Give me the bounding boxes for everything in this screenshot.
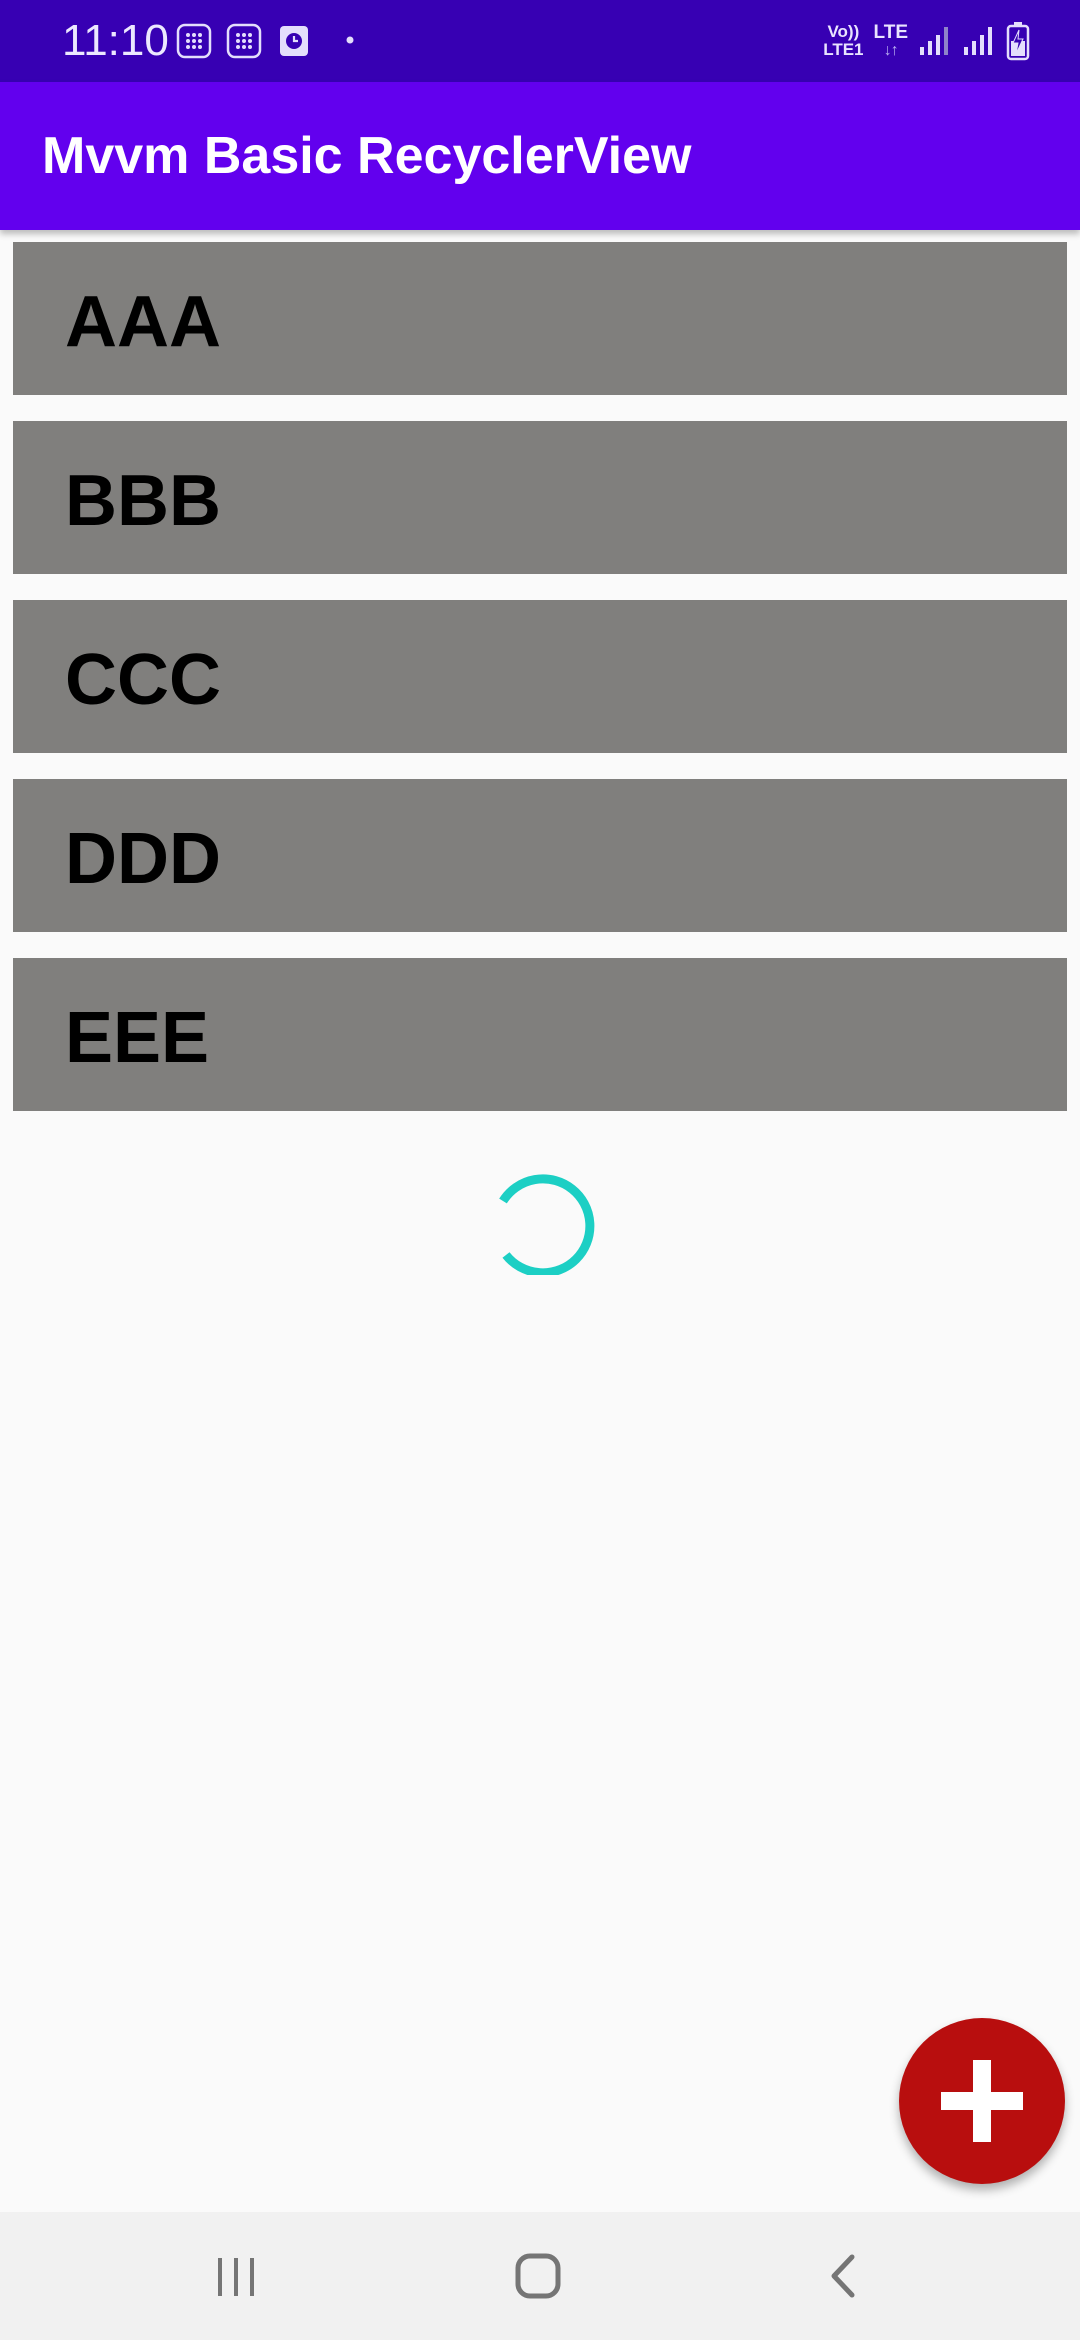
recent-apps-button[interactable] [186, 2236, 286, 2316]
list-item[interactable]: CCC [13, 600, 1067, 753]
progress-spinner-icon [499, 1174, 595, 1275]
back-icon [831, 2254, 855, 2298]
keypad-notification-icon [176, 23, 212, 59]
plus-icon [941, 2060, 1023, 2142]
system-navigation-bar [0, 2212, 1080, 2340]
list-item-label: BBB [65, 461, 221, 541]
data-activity-arrows: ↓↑ [883, 42, 899, 59]
app-screen: 11:10 Vo)) LTE1 LTE ↓↑ Mvvm Basic Recycl… [0, 0, 1080, 2340]
list-item-label: AAA [65, 282, 221, 362]
list-item[interactable]: DDD [13, 779, 1067, 932]
network-type-indicator: LTE ↓↑ [874, 23, 908, 59]
clock-notification-icon [280, 26, 308, 56]
signal-icon [920, 27, 948, 55]
status-time: 11:10 [62, 16, 169, 65]
volte-sim-label: LTE1 [823, 40, 864, 59]
list-item[interactable]: AAA [13, 242, 1067, 395]
add-fab-button[interactable] [899, 2018, 1065, 2184]
battery-charging-icon [1006, 22, 1030, 61]
recent-apps-icon [218, 2258, 254, 2296]
dot-icon [346, 36, 354, 44]
app-bar: Mvvm Basic RecyclerView [0, 82, 1080, 230]
status-right-icons: Vo)) LTE1 LTE ↓↑ [823, 18, 1030, 64]
volte-indicator: Vo)) LTE1 [823, 23, 863, 59]
list-item[interactable]: BBB [13, 421, 1067, 574]
recycler-list[interactable]: AAA BBB CCC DDD EEE [13, 242, 1067, 1137]
status-bar: 11:10 Vo)) LTE1 LTE ↓↑ [0, 0, 1080, 82]
list-item[interactable]: EEE [13, 958, 1067, 1111]
list-item-label: DDD [65, 819, 221, 899]
list-item-label: CCC [65, 640, 221, 720]
network-type-label: LTE [873, 22, 908, 43]
home-button[interactable] [489, 2236, 589, 2316]
list-item-label: EEE [65, 998, 210, 1078]
home-icon [515, 2253, 561, 2299]
app-title: Mvvm Basic RecyclerView [42, 127, 692, 185]
volte-label: Vo)) [827, 22, 860, 41]
back-button[interactable] [792, 2236, 892, 2316]
keypad-notification-icon [226, 23, 262, 59]
notification-icons [176, 22, 362, 60]
signal-icon [964, 27, 992, 55]
